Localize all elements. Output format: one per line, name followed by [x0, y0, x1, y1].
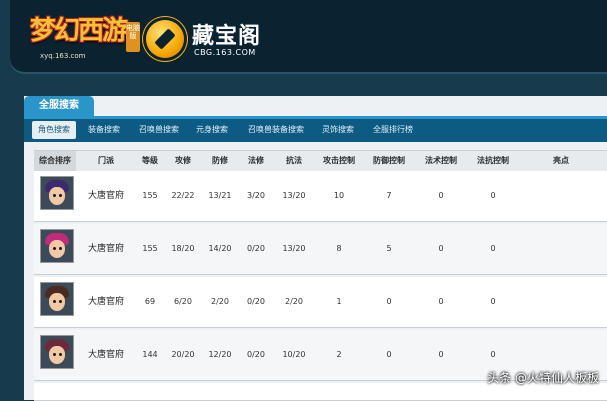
cell-ctrl-mag: 0: [438, 297, 444, 306]
avatar-face: [49, 187, 65, 205]
col-mag-res[interactable]: 抗法: [276, 151, 312, 171]
nav-ornament-search[interactable]: 灵饰搜索: [316, 121, 360, 139]
cell-atk-cult: 22/22: [171, 191, 195, 200]
cell-ctrl-atk: 10: [333, 191, 345, 200]
cell-faction: 大唐官府: [87, 350, 124, 360]
coin-icon: [146, 20, 184, 58]
cell-ctrl-def: 5: [386, 244, 392, 253]
table-row[interactable]: 大唐官府 155 18/20 14/20 0/20 13/20 8 5 0 0: [34, 224, 607, 275]
avatar-face: [49, 240, 65, 258]
avatar-eye: [53, 194, 56, 197]
cell-faction: 大唐官府: [87, 244, 124, 254]
cell-ctrl-res: 0: [490, 297, 496, 306]
cell-def-cult: 13/21: [208, 191, 232, 200]
watermark-text: 头条 @火特仙人板板: [487, 371, 599, 385]
table-header: 综合排序 门派 等级 攻修 防修 法修 抗法 攻击控制 防御控制 法术控制 法抗…: [34, 150, 607, 172]
col-level[interactable]: 等级: [132, 151, 168, 171]
game-logo-title: 梦幻西游: [30, 16, 128, 46]
cell-level: 69: [144, 297, 156, 306]
avatar-eye: [59, 247, 62, 250]
cell-ctrl-res: 0: [490, 191, 496, 200]
cell-mag-res: 10/20: [282, 350, 306, 359]
cell-ctrl-def: 0: [386, 297, 392, 306]
cell-mag-cult: 0/20: [247, 244, 265, 253]
cbg-title: 藏宝阁: [192, 24, 262, 49]
cell-mag-res: 13/20: [282, 244, 306, 253]
cell-def-cult: 2/20: [211, 297, 229, 306]
col-highlight: 亮点: [553, 156, 569, 165]
avatar-eye: [59, 353, 62, 356]
cell-ctrl-res: 0: [490, 244, 496, 253]
tab-global-search[interactable]: 全服搜索: [24, 96, 94, 116]
cell-ctrl-atk: 1: [336, 297, 342, 306]
game-logo-url: xyq.163.com: [40, 52, 86, 60]
col-ctrl-def[interactable]: 防御控制: [366, 151, 412, 171]
cell-mag-res: 2/20: [285, 297, 303, 306]
cell-mag-cult: 0/20: [247, 350, 265, 359]
site-header: 梦幻西游 电脑版 xyq.163.com 藏宝阁 CBG.163.COM: [10, 0, 607, 74]
cell-mag-res: 13/20: [282, 191, 306, 200]
cell-def-cult: 14/20: [208, 244, 232, 253]
avatar-eye: [59, 194, 62, 197]
nav-role-search[interactable]: 角色搜索: [32, 121, 76, 139]
nav-ranking[interactable]: 全服排行榜: [366, 121, 420, 139]
col-ctrl-atk[interactable]: 攻击控制: [316, 151, 362, 171]
col-ctrl-res[interactable]: 法抗控制: [470, 151, 516, 171]
cell-ctrl-mag: 0: [438, 244, 444, 253]
game-logo-tag: 电脑版: [126, 22, 140, 52]
search-nav: 角色搜索 装备搜索 召唤兽搜索 元身搜索 召唤兽装备搜索 灵饰搜索 全服排行榜: [24, 116, 607, 142]
character-avatar[interactable]: [40, 176, 74, 210]
avatar-eye: [53, 353, 56, 356]
character-avatar[interactable]: [40, 335, 74, 369]
character-avatar[interactable]: [40, 229, 74, 263]
cell-atk-cult: 20/20: [171, 350, 195, 359]
col-mag-cult[interactable]: 法修: [240, 151, 272, 171]
col-def-cult[interactable]: 防修: [202, 151, 238, 171]
cell-faction: 大唐官府: [87, 297, 124, 307]
character-avatar[interactable]: [40, 282, 74, 316]
cell-ctrl-mag: 0: [438, 350, 444, 359]
cell-mag-cult: 0/20: [247, 297, 265, 306]
cell-ctrl-atk: 2: [336, 350, 342, 359]
table-row[interactable]: 大唐官府 69 6/20 2/20 0/20 2/20 1 0 0 0: [34, 277, 607, 328]
cell-atk-cult: 6/20: [174, 297, 192, 306]
avatar-face: [49, 346, 65, 364]
cell-mag-cult: 3/20: [247, 191, 265, 200]
nav-equip-search[interactable]: 装备搜索: [82, 121, 126, 139]
cell-ctrl-atk: 8: [336, 244, 342, 253]
cbg-logo[interactable]: 藏宝阁 CBG.163.COM: [146, 18, 276, 62]
cell-ctrl-def: 0: [386, 350, 392, 359]
cell-ctrl-mag: 0: [438, 191, 444, 200]
nav-pet-equip-search[interactable]: 召唤兽装备搜索: [240, 121, 312, 139]
cell-def-cult: 12/20: [208, 350, 232, 359]
cell-atk-cult: 18/20: [171, 244, 195, 253]
avatar-eye: [53, 247, 56, 250]
nav-body-search[interactable]: 元身搜索: [190, 121, 234, 139]
game-logo[interactable]: 梦幻西游 电脑版 xyq.163.com: [30, 14, 140, 64]
col-ctrl-mag[interactable]: 法术控制: [418, 151, 464, 171]
cell-ctrl-def: 7: [386, 191, 392, 200]
col-sort[interactable]: 综合排序: [34, 151, 76, 171]
cell-level: 155: [142, 191, 158, 200]
cbg-url: CBG.163.COM: [194, 48, 256, 57]
cell-level: 144: [142, 350, 158, 359]
avatar-face: [49, 293, 65, 311]
col-faction: 门派: [98, 156, 114, 165]
cell-faction: 大唐官府: [87, 191, 124, 201]
table-row[interactable]: 大唐官府 155 22/22 13/21 3/20 13/20 10 7 0 0: [34, 171, 607, 222]
avatar-eye: [59, 300, 62, 303]
col-atk-cult[interactable]: 攻修: [168, 151, 198, 171]
avatar-eye: [53, 300, 56, 303]
nav-pet-search[interactable]: 召唤兽搜索: [132, 121, 186, 139]
cell-level: 155: [142, 244, 158, 253]
